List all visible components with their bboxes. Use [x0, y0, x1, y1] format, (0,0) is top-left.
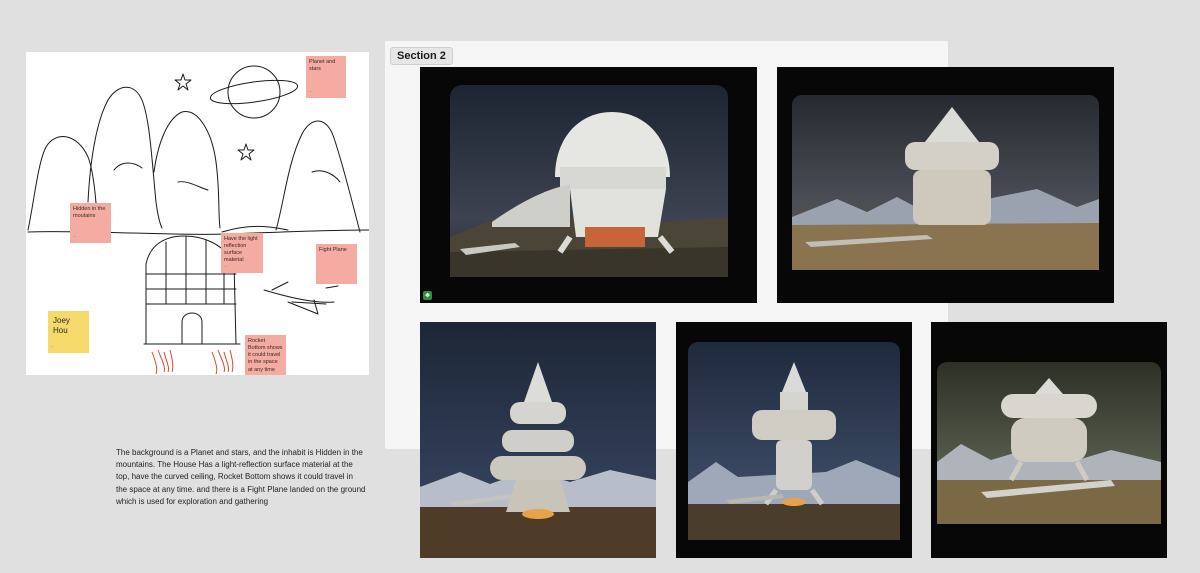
image-tile-3[interactable] [420, 322, 656, 558]
sticky-note-hidden-mountains[interactable]: Hidden in the moutains — [70, 203, 111, 243]
sticky-note-fight-plane[interactable]: Fight Plane [316, 244, 357, 284]
description-text[interactable]: The background is a Planet and stars, an… [116, 447, 366, 508]
sticky-author-meta: — [224, 264, 227, 269]
sticky-note-light-reflection[interactable]: Have the light reflection surface materi… [221, 233, 263, 273]
sticky-author-meta: — [248, 366, 251, 371]
sketch-board[interactable]: Planet and stars — Hidden in the moutain… [26, 52, 369, 375]
image-tile-1[interactable]: ♣ [420, 67, 757, 303]
rocket-house-image-4 [688, 342, 900, 540]
image-tile-4[interactable] [676, 322, 912, 558]
sticky-author-meta: — [309, 89, 312, 94]
rocket-house-image-1 [450, 85, 728, 277]
rocket-house-image-3 [420, 322, 656, 558]
image-tile-2[interactable] [777, 67, 1114, 303]
sticky-author-meta: — [51, 344, 54, 349]
rocket-house-image-2 [792, 95, 1099, 270]
sticky-note-author[interactable]: Joey Hou — [48, 311, 89, 353]
app-badge-icon: ♣ [423, 291, 432, 300]
sticky-author-meta: — [73, 234, 76, 239]
image-tile-5[interactable] [931, 322, 1167, 558]
sticky-note-planet-stars[interactable]: Planet and stars — [306, 56, 346, 98]
rocket-house-image-5 [937, 362, 1161, 524]
section-label[interactable]: Section 2 [390, 47, 453, 65]
sticky-note-rocket-bottom[interactable]: Rocket Bottom shows it could travel in t… [245, 335, 286, 375]
